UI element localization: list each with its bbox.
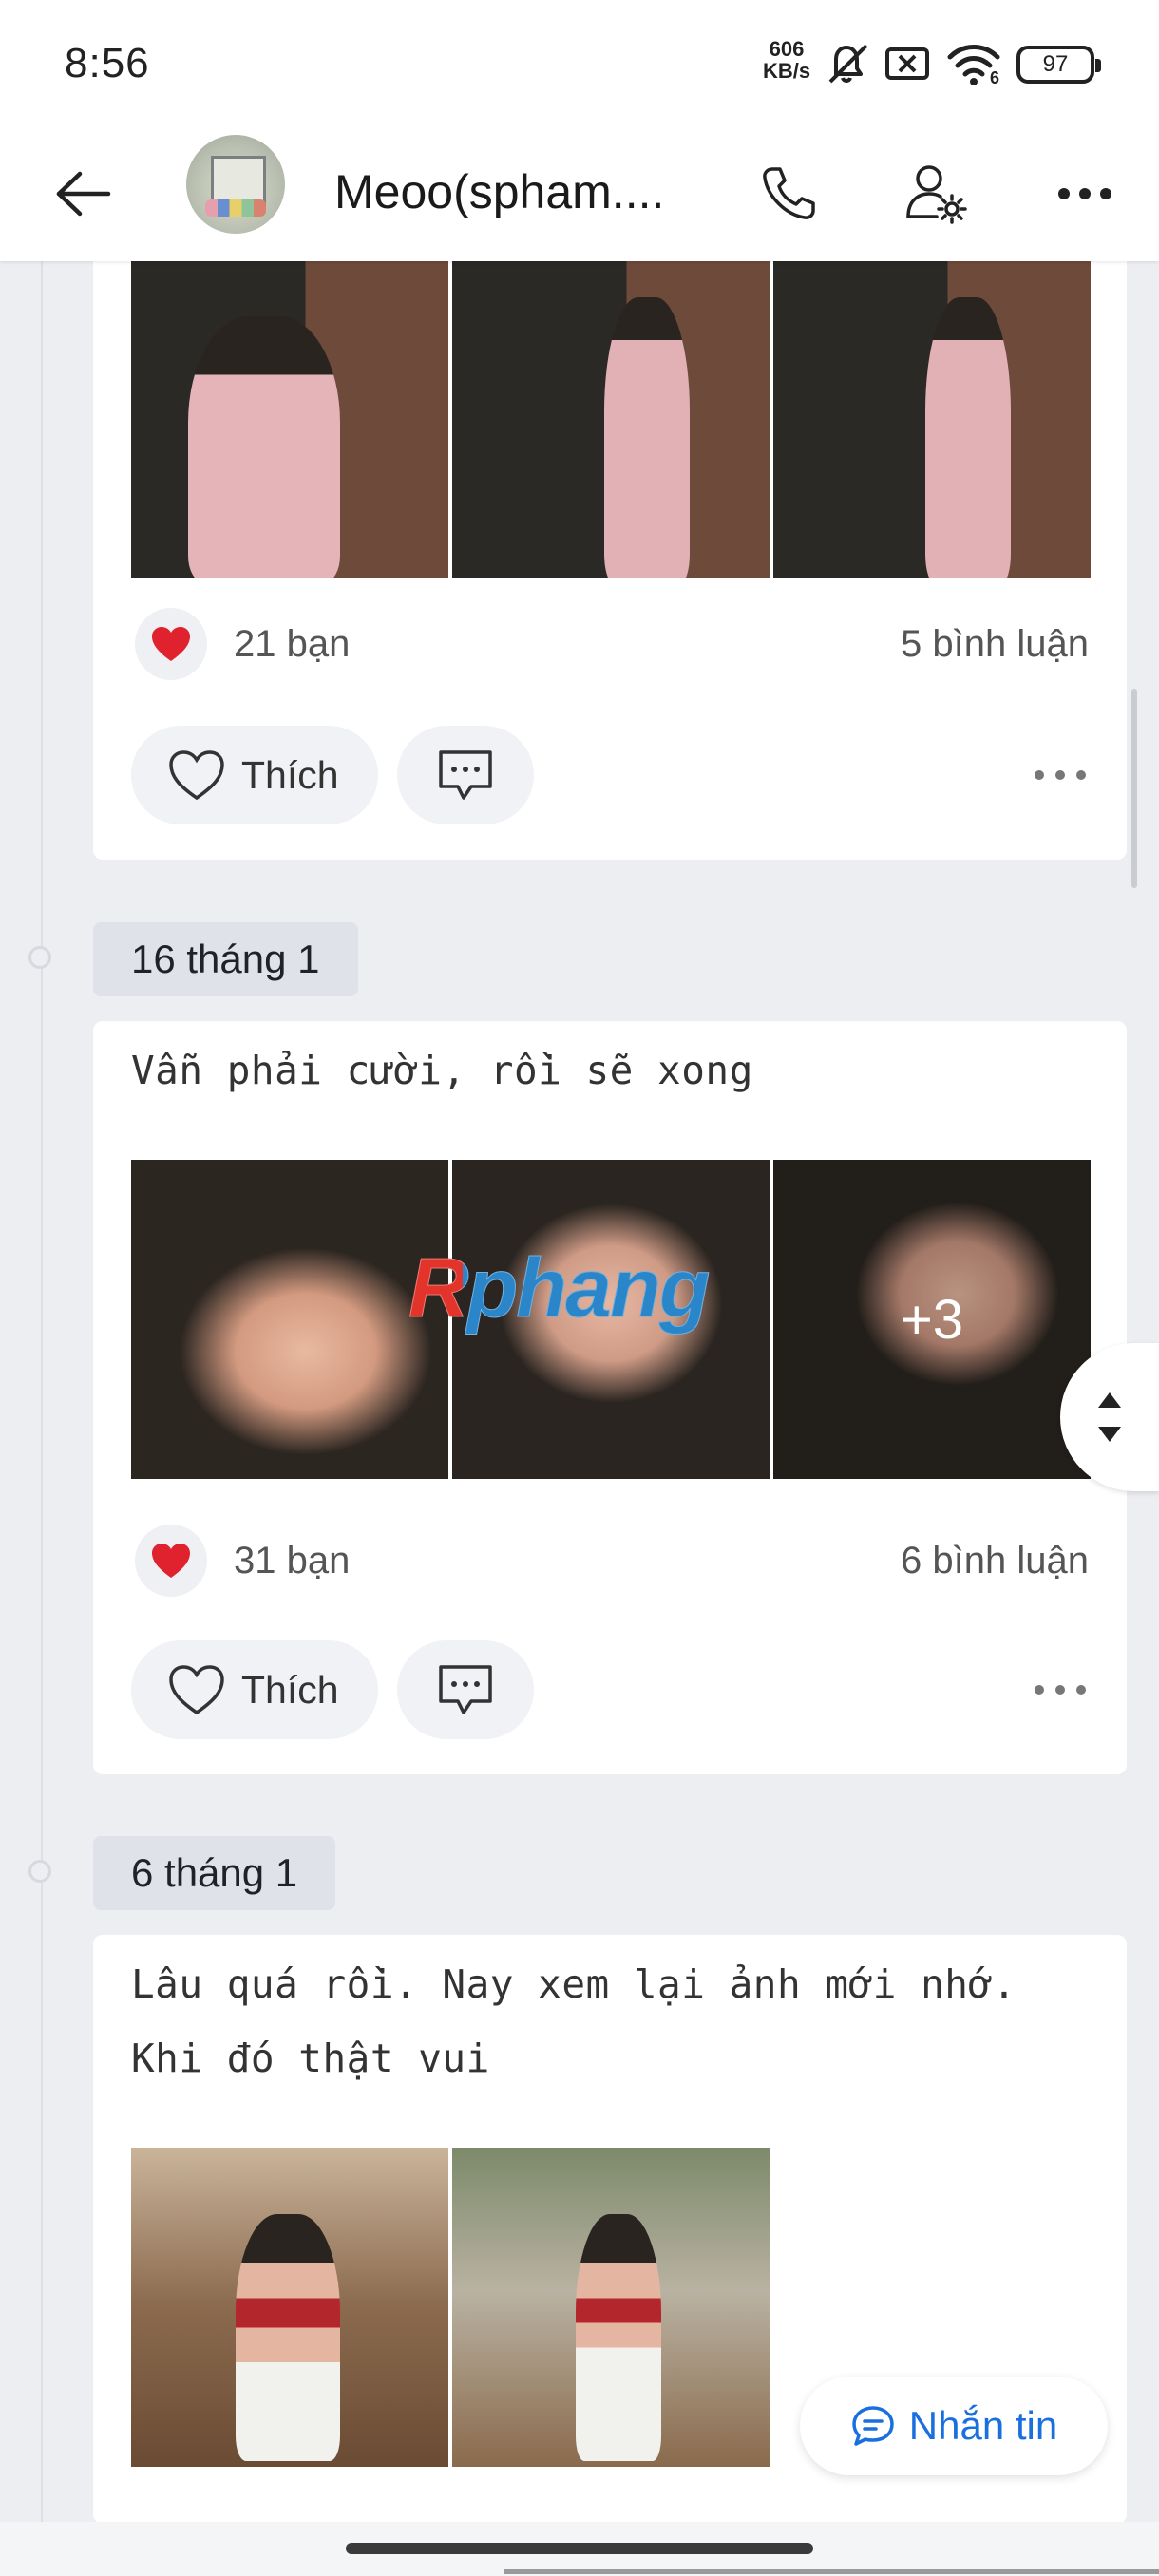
reaction-row: 31 bạn 6 bình luận: [135, 1525, 1089, 1597]
post-card: 21 bạn 5 bình luận Thích: [93, 190, 1127, 860]
scrollbar[interactable]: [1131, 689, 1137, 888]
network-speed: 606 KB/s: [760, 38, 813, 82]
chat-bubble-icon: [852, 2406, 894, 2446]
avatar-flowers-graphic: [205, 199, 266, 217]
call-button[interactable]: [749, 154, 828, 234]
timeline-line: [41, 261, 43, 2531]
contact-name[interactable]: Meoo(spham....: [334, 158, 676, 226]
post-photo[interactable]: [131, 2148, 448, 2467]
up-down-arrows-icon: [1098, 1392, 1121, 1442]
send-message-button[interactable]: Nhắn tin: [800, 2377, 1108, 2475]
back-arrow-icon: [56, 171, 111, 217]
post-more-button[interactable]: [1022, 1652, 1098, 1728]
more-options-button[interactable]: [1045, 154, 1125, 234]
comment-button[interactable]: [397, 726, 534, 824]
timeline-dot: [28, 946, 51, 969]
comment-icon: [439, 750, 492, 800]
like-label: Thích: [241, 1667, 339, 1712]
photo-grid: [131, 2148, 770, 2467]
network-speed-unit: KB/s: [762, 59, 811, 83]
more-horizontal-icon: [1035, 770, 1086, 780]
avatar[interactable]: [186, 135, 285, 234]
timeline-dot: [28, 1860, 51, 1883]
comment-count[interactable]: 5 bình luận: [901, 623, 1089, 666]
chat-header: Meoo(spham....: [0, 123, 1159, 261]
system-nav-bar: [0, 2522, 1159, 2576]
heart-reaction[interactable]: [135, 608, 207, 680]
heart-outline-icon: [169, 750, 224, 801]
profile-settings-button[interactable]: [897, 154, 977, 234]
battery-icon: 97: [1016, 46, 1101, 84]
mute-icon: [828, 44, 868, 84]
nav-progress-line: [504, 2569, 1159, 2574]
like-label: Thích: [241, 752, 339, 797]
more-horizontal-icon: [1058, 188, 1112, 199]
like-button[interactable]: Thích: [131, 1640, 378, 1739]
phone-icon: [763, 167, 815, 219]
more-photos-count[interactable]: +3: [773, 1160, 1091, 1479]
status-time: 8:56: [65, 40, 150, 86]
date-label: 6 tháng 1: [93, 1836, 336, 1910]
post-caption: Vẫn phải cười, rồi sẽ xong: [131, 1048, 753, 1093]
post-more-button[interactable]: [1022, 737, 1098, 813]
post-photo[interactable]: [131, 259, 448, 578]
post-photo[interactable]: [452, 259, 770, 578]
post-photo[interactable]: +3: [773, 1160, 1091, 1479]
watermark-logo: Rphang: [408, 1241, 712, 1335]
close-box-icon: [885, 47, 929, 80]
post-photo[interactable]: [131, 1160, 448, 1479]
comment-button[interactable]: [397, 1640, 534, 1739]
home-gesture-handle[interactable]: [346, 2543, 813, 2554]
back-button[interactable]: [46, 158, 122, 230]
heart-outline-icon: [169, 1665, 224, 1715]
heart-icon: [152, 627, 190, 661]
comment-count[interactable]: 6 bình luận: [901, 1540, 1089, 1582]
reaction-count[interactable]: 31 bạn: [234, 1540, 350, 1582]
post-photo[interactable]: [773, 259, 1091, 578]
network-speed-value: 606: [769, 37, 805, 61]
post-caption-line: Khi đó thật vui: [131, 2036, 490, 2081]
post-card: Vẫn phải cười, rồi sẽ xong +3 31 bạn 6 b…: [93, 1021, 1127, 1774]
date-label: 16 tháng 1: [93, 922, 358, 996]
comment-icon: [439, 1665, 492, 1714]
heart-reaction[interactable]: [135, 1525, 207, 1597]
heart-icon: [152, 1544, 190, 1578]
post-photo[interactable]: [452, 2148, 770, 2467]
like-button[interactable]: Thích: [131, 726, 378, 824]
more-horizontal-icon: [1035, 1685, 1086, 1695]
reaction-row: 21 bạn 5 bình luận: [135, 608, 1089, 680]
post-caption-line: Lâu quá rồi. Nay xem lại ảnh mới nhớ.: [131, 1961, 1016, 2007]
status-bar: 8:56 606 KB/s 6 97: [0, 0, 1159, 123]
reaction-count[interactable]: 21 bạn: [234, 623, 350, 666]
wifi-label: 6: [990, 68, 1000, 87]
user-settings-icon: [906, 165, 967, 224]
send-message-label: Nhắn tin: [908, 2403, 1058, 2448]
photo-grid: [131, 259, 1091, 578]
